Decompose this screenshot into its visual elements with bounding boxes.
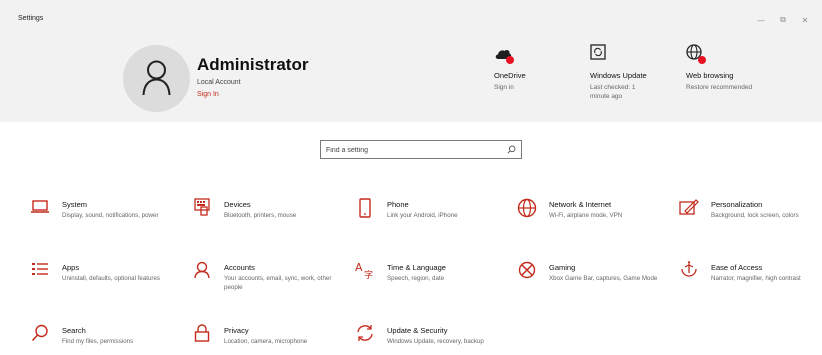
phone-icon: [353, 198, 377, 222]
category-title: Apps: [62, 263, 80, 272]
category-search[interactable]: Search Find my files, permissions: [28, 324, 183, 355]
quick-action-subtitle: Last checked: 1 minute ago: [590, 84, 636, 100]
category-description: Find my files, permissions: [62, 338, 134, 345]
category-description: Wi-Fi, airplane mode, VPN: [549, 212, 623, 219]
category-description: Windows Update, recovery, backup: [387, 338, 484, 345]
category-title: Personalization: [711, 200, 763, 209]
category-ease-of-access[interactable]: Ease of Access Narrator, magnifier, high…: [677, 261, 817, 301]
avatar[interactable]: [123, 45, 190, 112]
window-controls: — ⧉ ✕: [750, 14, 816, 26]
category-description: Narrator, magnifier, high contrast: [711, 275, 801, 282]
quick-action-windows-update[interactable]: Windows Update Last checked: 1 minute ag…: [590, 44, 656, 101]
category-title: Devices: [224, 200, 251, 209]
category-gaming[interactable]: Gaming Xbox Game Bar, captures, Game Mod…: [515, 261, 670, 301]
category-description: Uninstall, defaults, optional features: [62, 275, 161, 282]
window-title: Settings: [18, 15, 44, 22]
category-devices[interactable]: Devices Bluetooth, printers, mouse: [190, 198, 345, 238]
laptop-icon: [28, 198, 52, 222]
paintbrush-icon: [677, 198, 701, 222]
onedrive-cloud-icon: [494, 44, 514, 64]
quick-action-title: Web browsing: [686, 71, 734, 80]
sync-icon: [353, 324, 377, 348]
account-type: Local Account: [197, 79, 241, 86]
category-title: Search: [62, 326, 86, 335]
minimize-button[interactable]: —: [750, 14, 772, 26]
globe-icon: [515, 198, 539, 222]
xbox-icon: [515, 261, 539, 285]
svg-text:字: 字: [364, 269, 373, 279]
category-accounts[interactable]: Accounts Your accounts, email, sync, wor…: [190, 261, 345, 301]
category-description: Location, camera, microphone: [224, 338, 308, 345]
category-title: Accounts: [224, 263, 255, 272]
category-title: Privacy: [224, 326, 249, 335]
restore-button[interactable]: ⧉: [772, 14, 794, 26]
windows-update-icon: [590, 44, 608, 62]
category-description: Xbox Game Bar, captures, Game Mode: [549, 275, 658, 282]
category-description: Link your Android, iPhone: [387, 212, 458, 219]
category-title: Phone: [387, 200, 409, 209]
category-title: Network & Internet: [549, 200, 612, 209]
category-description: Your accounts, email, sync, work, other …: [224, 275, 332, 291]
category-title: Update & Security: [387, 326, 448, 335]
search-icon[interactable]: [507, 145, 516, 154]
category-description: Background, lock screen, colors: [711, 212, 799, 219]
category-network[interactable]: Network & Internet Wi-Fi, airplane mode,…: [515, 198, 670, 238]
sign-in-link[interactable]: Sign In: [197, 91, 219, 98]
keyboard-icon: [190, 198, 214, 222]
category-privacy[interactable]: Privacy Location, camera, microphone: [190, 324, 345, 355]
svg-text:A: A: [355, 261, 363, 274]
quick-action-title: Windows Update: [590, 71, 647, 80]
category-title: Gaming: [549, 263, 576, 272]
person-icon: [190, 261, 214, 285]
language-icon: A字: [353, 261, 377, 285]
alert-dot: [698, 56, 706, 64]
category-description: Display, sound, notifications, power: [62, 212, 159, 219]
category-title: Ease of Access: [711, 263, 763, 272]
quick-action-subtitle: Sign in: [494, 84, 514, 91]
category-title: System: [62, 200, 88, 209]
globe-icon: [686, 44, 706, 64]
category-description: Bluetooth, printers, mouse: [224, 212, 297, 219]
account-name: Administrator: [197, 55, 309, 74]
category-personalization[interactable]: Personalization Background, lock screen,…: [677, 198, 817, 238]
category-update-security[interactable]: Update & Security Windows Update, recove…: [353, 324, 508, 355]
alert-dot: [506, 56, 514, 64]
quick-action-subtitle: Restore recommended: [686, 84, 753, 91]
user-icon: [142, 60, 171, 96]
search-icon: [28, 324, 52, 348]
lock-icon: [190, 324, 214, 348]
accessibility-icon: [677, 261, 701, 285]
category-time-language[interactable]: A字 Time & Language Speech, region, date: [353, 261, 508, 301]
close-button[interactable]: ✕: [794, 14, 816, 26]
category-title: Time & Language: [387, 263, 446, 272]
quick-action-web-browsing[interactable]: Web browsing Restore recommended: [686, 44, 756, 92]
account-header: Settings — ⧉ ✕ Administrator Local Accou…: [0, 0, 822, 122]
category-phone[interactable]: Phone Link your Android, iPhone: [353, 198, 508, 238]
category-description: Speech, region, date: [387, 275, 445, 282]
search-input[interactable]: [326, 144, 496, 156]
category-apps[interactable]: Apps Uninstall, defaults, optional featu…: [28, 261, 183, 301]
category-system[interactable]: System Display, sound, notifications, po…: [28, 198, 183, 238]
quick-action-onedrive[interactable]: OneDrive Sign in: [494, 44, 564, 92]
search-box[interactable]: [320, 140, 522, 159]
quick-action-title: OneDrive: [494, 71, 526, 80]
apps-list-icon: [28, 261, 52, 285]
